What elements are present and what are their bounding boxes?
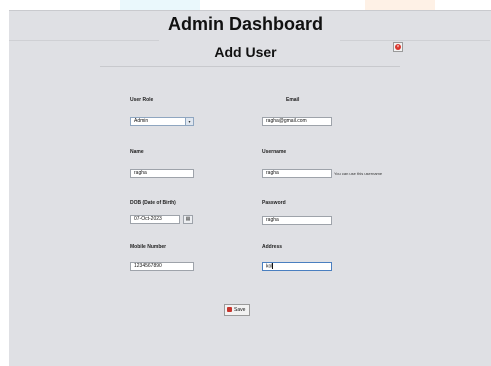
- dashboard-title: Admin Dashboard: [167, 14, 323, 34]
- password-field[interactable]: ragha: [262, 216, 332, 225]
- save-button[interactable]: Save: [224, 304, 250, 316]
- chevron-down-icon[interactable]: ▾: [185, 118, 193, 125]
- address-field[interactable]: kol: [262, 262, 332, 271]
- floppy-disk-icon: [227, 307, 232, 313]
- address-label: Address: [262, 244, 283, 250]
- name-field[interactable]: ragha: [130, 169, 194, 178]
- calendar-icon: ▦: [185, 216, 191, 222]
- calendar-button[interactable]: ▦: [183, 215, 193, 224]
- save-button-label: Save: [234, 307, 246, 313]
- user-role-label: User Role: [130, 97, 154, 103]
- title-divider-right: [340, 40, 490, 41]
- password-label: Password: [262, 200, 286, 206]
- add-user-window: [9, 10, 491, 366]
- username-field[interactable]: ragha: [262, 169, 332, 178]
- top-strip-accent-orange: [365, 0, 435, 10]
- mobile-label: Mobile Number: [130, 244, 167, 250]
- dob-field[interactable]: 07-Oct-2023: [130, 215, 180, 224]
- page-subtitle: Add User: [214, 44, 277, 60]
- mobile-field[interactable]: 1234567890: [130, 262, 194, 271]
- email-field[interactable]: ragha@gmail.com: [262, 117, 332, 126]
- close-icon: ×: [395, 44, 401, 50]
- top-strip: [0, 0, 491, 10]
- title-divider: [9, 40, 159, 41]
- username-label: Username: [262, 149, 287, 155]
- top-strip-accent-cyan: [120, 0, 200, 10]
- subtitle-divider: [100, 66, 400, 67]
- user-role-select[interactable]: Admin ▾: [130, 117, 194, 126]
- dob-label: DOB (Date of Birth): [130, 200, 176, 206]
- name-label: Name: [130, 149, 144, 155]
- username-availability-hint: You can use this username: [334, 171, 383, 176]
- email-label: Email: [286, 97, 300, 103]
- user-role-value: Admin: [134, 118, 149, 124]
- close-button[interactable]: ×: [393, 42, 403, 52]
